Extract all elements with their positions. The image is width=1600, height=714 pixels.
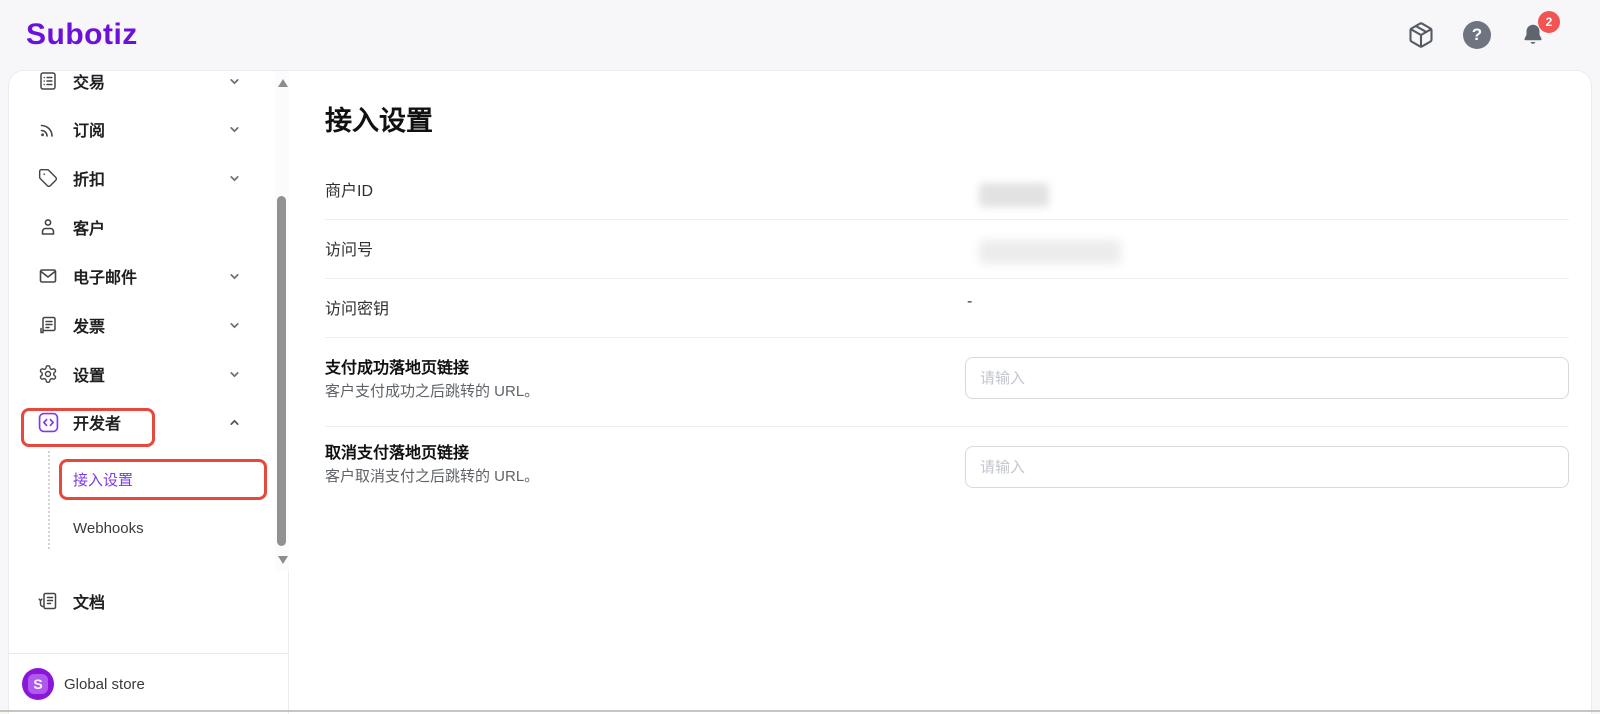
main-panel: 接入设置 商户ID 访问号 访问密钥 - 支付成功落地页链接 客户支付成功之后跳…: [289, 71, 1592, 714]
cancel-url-label: 取消支付落地页链接: [325, 439, 469, 463]
sidebar-item-email[interactable]: 电子邮件: [9, 256, 269, 296]
customers-icon: [37, 216, 59, 238]
sidebar-item-subscriptions[interactable]: 订阅: [9, 109, 269, 149]
success-url-input[interactable]: [965, 357, 1569, 399]
store-avatar: S: [22, 668, 54, 700]
invoices-icon: [37, 314, 59, 336]
row-divider: [325, 278, 1569, 279]
chevron-down-icon: [228, 368, 241, 381]
sidebar-subitem-integration-settings[interactable]: 接入设置: [73, 459, 253, 499]
chevron-up-icon: [228, 416, 241, 429]
notification-badge: 2: [1538, 11, 1560, 33]
subitem-label: Webhooks: [73, 520, 144, 537]
sidebar-item-label: 文档: [73, 589, 105, 613]
content-card: 交易 订阅: [8, 70, 1592, 714]
sidebar-item-invoices[interactable]: 发票: [9, 305, 269, 345]
package-icon[interactable]: [1406, 20, 1436, 50]
sidebar-item-label: 发票: [73, 313, 105, 337]
sidebar-item-label: 交易: [73, 70, 105, 93]
subscriptions-icon: [37, 118, 59, 140]
settings-icon: [37, 363, 59, 385]
store-switcher[interactable]: S Global store: [9, 654, 289, 714]
sidebar-item-docs[interactable]: 文档: [9, 581, 269, 621]
developer-icon: [37, 411, 59, 433]
sidebar: 交易 订阅: [9, 71, 289, 714]
store-name: Global store: [64, 676, 145, 693]
scrollbar-down-arrow[interactable]: [278, 556, 288, 564]
app-header: Subotiz ? 2: [0, 0, 1600, 70]
bell-icon[interactable]: 2: [1518, 20, 1548, 50]
merchant-id-redacted-value: [979, 183, 1049, 207]
sidebar-scrollbar-thumb[interactable]: [277, 196, 286, 546]
sidebar-item-customers[interactable]: 客户: [9, 207, 269, 247]
submenu-indent-guide: [48, 451, 50, 549]
cancel-url-input[interactable]: [965, 446, 1569, 488]
brand-logo[interactable]: Subotiz: [26, 18, 138, 52]
sidebar-item-label: 客户: [73, 215, 105, 239]
sidebar-item-label: 订阅: [73, 117, 105, 141]
chevron-down-icon: [228, 123, 241, 136]
success-url-label: 支付成功落地页链接: [325, 354, 469, 378]
success-url-description: 客户支付成功之后跳转的 URL。: [325, 380, 539, 401]
window-bottom-edge: [0, 710, 1600, 712]
merchant-id-label: 商户ID: [325, 177, 373, 201]
email-icon: [37, 265, 59, 287]
sidebar-item-settings[interactable]: 设置: [9, 354, 269, 394]
chevron-down-icon: [228, 172, 241, 185]
help-icon[interactable]: ?: [1462, 20, 1492, 50]
access-key-value: -: [967, 293, 972, 311]
cancel-url-description: 客户取消支付之后跳转的 URL。: [325, 465, 539, 486]
subitem-label: 接入设置: [73, 469, 133, 490]
row-divider: [325, 426, 1569, 427]
page-title: 接入设置: [325, 99, 433, 138]
chevron-down-icon: [228, 319, 241, 332]
sidebar-item-transactions[interactable]: 交易: [9, 70, 269, 101]
sidebar-item-label: 折扣: [73, 166, 105, 190]
sidebar-item-label: 设置: [73, 362, 105, 386]
sidebar-item-developer[interactable]: 开发者: [9, 402, 269, 442]
row-divider: [325, 337, 1569, 338]
help-glyph: ?: [1463, 21, 1491, 49]
scrollbar-up-arrow[interactable]: [278, 79, 288, 87]
sidebar-item-label: 开发者: [73, 410, 121, 434]
header-actions: ? 2: [1406, 0, 1548, 70]
sidebar-item-discounts[interactable]: 折扣: [9, 158, 269, 198]
transactions-icon: [37, 70, 59, 92]
chevron-down-icon: [228, 75, 241, 88]
access-number-label: 访问号: [325, 236, 373, 260]
store-avatar-letter: S: [28, 674, 48, 694]
sidebar-item-label: 电子邮件: [73, 264, 137, 288]
row-divider: [325, 219, 1569, 220]
access-number-redacted-value: [979, 240, 1121, 264]
docs-icon: [37, 590, 59, 612]
access-key-label: 访问密钥: [325, 295, 389, 319]
sidebar-subitem-webhooks[interactable]: Webhooks: [73, 508, 253, 548]
chevron-down-icon: [228, 270, 241, 283]
discounts-icon: [37, 167, 59, 189]
